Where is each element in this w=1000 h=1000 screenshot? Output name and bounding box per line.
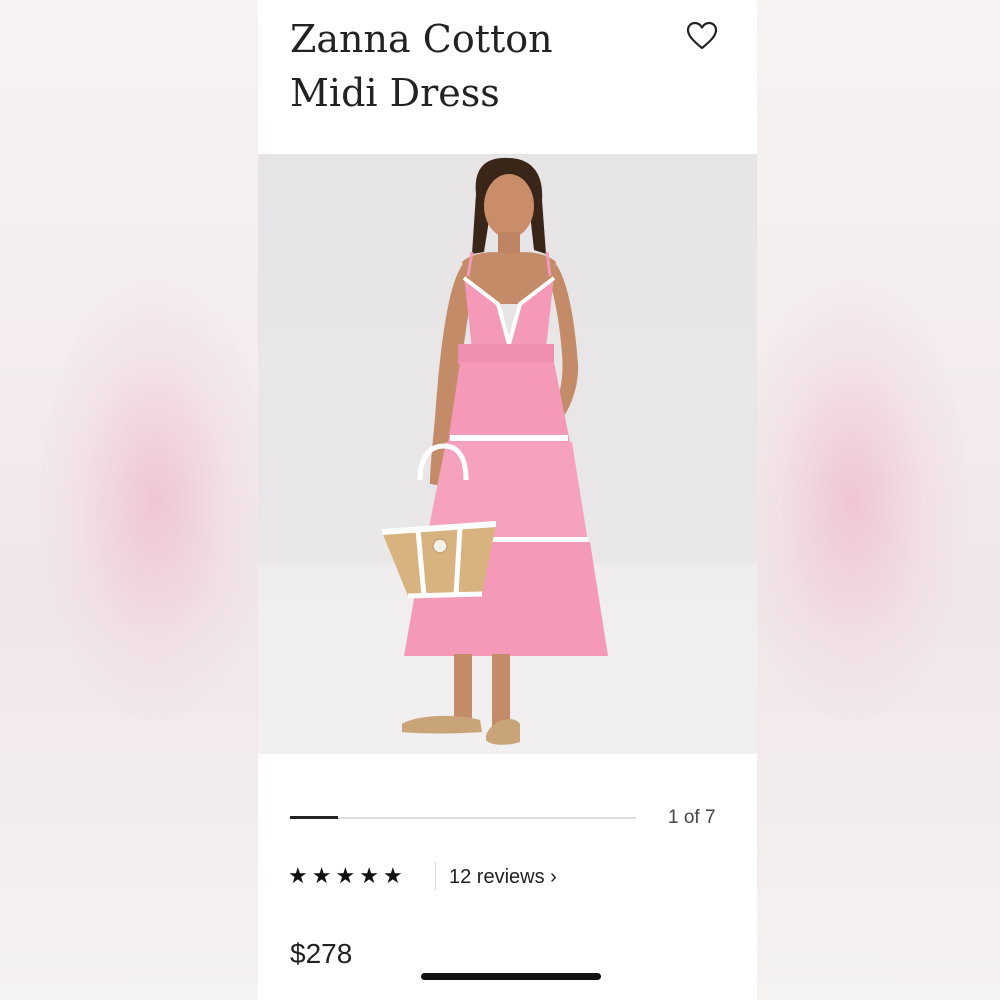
favorite-button[interactable] (685, 20, 719, 52)
home-indicator[interactable] (421, 973, 601, 980)
star-icon: ★ (359, 864, 379, 889)
star-icon: ★ (288, 864, 308, 889)
star-icon: ★ (311, 864, 332, 889)
product-title: Zanna Cotton Midi Dress (290, 12, 650, 120)
star-icon: ★ (335, 864, 356, 889)
product-image-carousel[interactable] (258, 154, 757, 754)
gallery-progress-fill (290, 816, 339, 819)
gallery-progress-bar (290, 816, 636, 819)
product-title-line2: Midi Dress (290, 71, 500, 115)
heart-outline-icon (686, 21, 718, 50)
rating-stars: ★ ★ ★ ★ ★ (288, 864, 403, 890)
background-blur-right (737, 0, 1000, 1000)
reviews-link[interactable]: 12 reviews › (449, 864, 557, 890)
product-price: $278 (290, 938, 353, 969)
product-title-line1: Zanna Cotton (290, 17, 553, 61)
rating-divider (435, 862, 436, 890)
product-screen: Zanna Cotton Midi Dress 1 of 7 ★ ★ ★ ★ ★… (258, 0, 757, 1000)
gallery-position-label: 1 of 7 (668, 807, 716, 828)
background-blur-left (0, 0, 270, 1000)
star-icon: ★ (382, 864, 403, 889)
product-photo (381, 157, 608, 745)
